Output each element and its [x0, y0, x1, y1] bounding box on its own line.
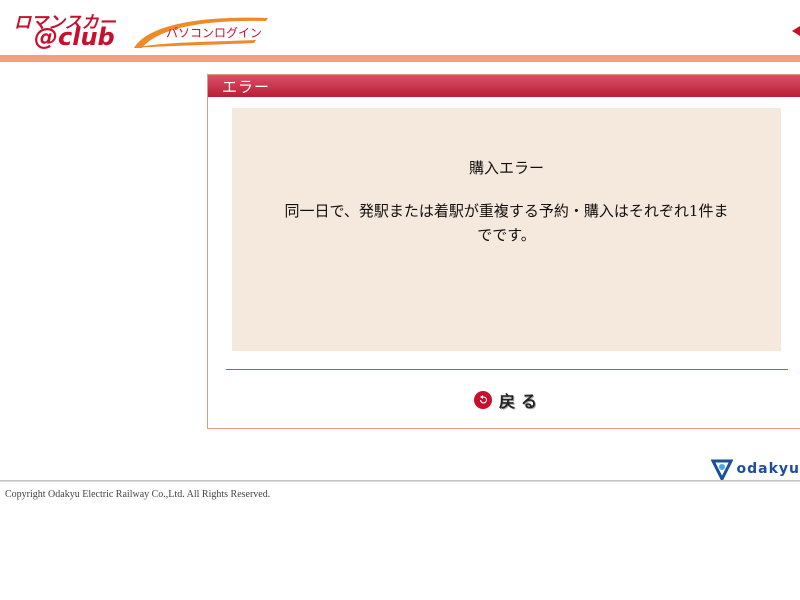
panel-title-bar: エラー — [208, 75, 800, 97]
message-box: 購入エラー 同一日で、発駅または着駅が重複する予約・購入はそれぞれ1件までです。 — [232, 108, 781, 351]
odakyu-logo-text: odakyu — [736, 461, 800, 477]
back-button[interactable]: 戻る — [474, 389, 543, 411]
odakyu-logo: odakyu — [710, 457, 800, 481]
page: ロマンスカー @club パソコンログイン エラー 購入エラー 同一日で、発駅ま… — [0, 0, 800, 600]
back-label: 戻る — [499, 392, 544, 411]
panel-title: エラー — [222, 78, 271, 96]
error-panel: エラー 購入エラー 同一日で、発駅または着駅が重複する予約・購入はそれぞれ1件ま… — [207, 74, 800, 429]
error-heading: 購入エラー — [468, 159, 544, 177]
corner-mark-icon — [792, 26, 800, 36]
divider — [226, 369, 788, 370]
logo-brand-bottom: @club — [34, 23, 115, 51]
header-bar — [0, 55, 800, 62]
back-arrow-icon — [474, 391, 492, 409]
footer-line — [0, 480, 800, 482]
odakyu-logo-icon — [710, 459, 733, 480]
pc-login-label: パソコンログイン — [166, 26, 263, 40]
copyright: Copyright Odakyu Electric Railway Co.,Lt… — [5, 489, 271, 500]
header: ロマンスカー @club パソコンログイン — [0, 0, 800, 56]
error-message: 同一日で、発駅または着駅が重複する予約・購入はそれぞれ1件までです。 — [284, 202, 729, 244]
romancecar-club-logo[interactable]: ロマンスカー @club パソコンログイン — [12, 8, 268, 52]
